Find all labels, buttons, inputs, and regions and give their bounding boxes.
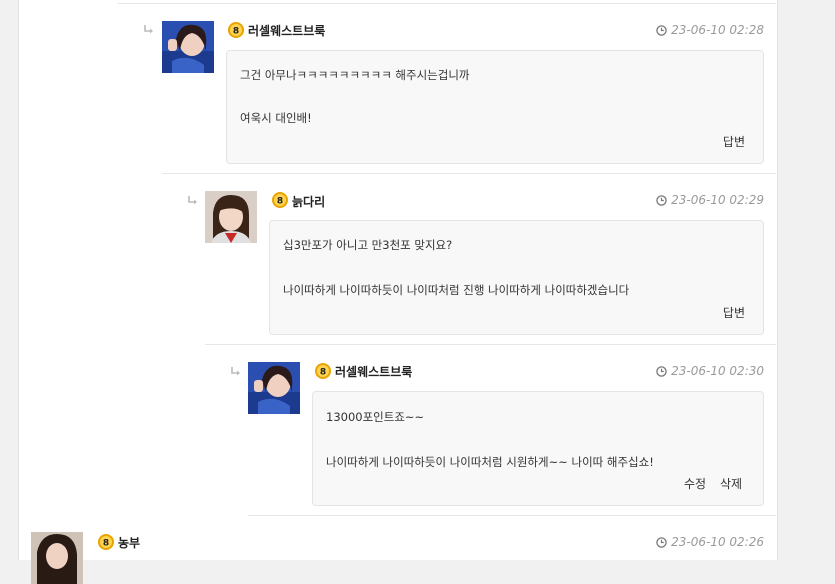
avatar[interactable]	[31, 532, 83, 584]
edit-button[interactable]: 수정	[684, 475, 706, 492]
reply-button[interactable]: 답변	[723, 133, 745, 150]
comment-text: 13000포인트죠~~	[326, 410, 425, 424]
avatar[interactable]	[248, 362, 300, 414]
divider	[205, 344, 776, 345]
comment-text: 여욱시 대인배!	[240, 111, 312, 125]
clock-icon	[656, 537, 667, 548]
comment-author[interactable]: 러셀웨스트브룩	[335, 363, 412, 380]
clock-icon	[656, 25, 667, 36]
reply-arrow-icon	[188, 196, 197, 205]
level-number: 8	[320, 368, 326, 378]
comment-body: 십3만포가 아니고 만3천포 맞지요? 나이따하게 나이따하듯이 나이따처럼 진…	[269, 220, 764, 335]
time-text: 23-06-10 02:28	[671, 23, 764, 37]
comment-text: 나이따하게 나이따하듯이 나이따처럼 시원하게~~ 나이따 해주십쇼!	[326, 455, 654, 469]
time-text: 23-06-10 02:29	[671, 193, 764, 207]
divider	[248, 515, 776, 516]
level-badge-icon: 8	[272, 192, 288, 208]
comment-text: 그건 아무나ㅋㅋㅋㅋㅋㅋㅋㅋㅋ 해주시는겁니까	[240, 68, 470, 82]
comment-body: 그건 아무나ㅋㅋㅋㅋㅋㅋㅋㅋㅋ 해주시는겁니까 여욱시 대인배! 답변	[226, 50, 764, 164]
comment-text: 십3만포가 아니고 만3천포 맞지요?	[283, 238, 453, 252]
clock-icon	[656, 366, 667, 377]
clock-icon	[656, 195, 667, 206]
reply-button[interactable]: 답변	[723, 304, 745, 321]
comment-text: 나이따하게 나이따하듯이 나이따처럼 진행 나이따하게 나이따하겠습니다	[283, 283, 630, 297]
reply-arrow-icon	[144, 25, 153, 34]
level-badge-icon: 8	[228, 22, 244, 38]
level-number: 8	[233, 27, 239, 37]
comment-timestamp: 23-06-10 02:30	[656, 364, 764, 378]
comment-timestamp: 23-06-10 02:29	[656, 193, 764, 207]
delete-button[interactable]: 삭제	[720, 475, 742, 492]
level-badge-icon: 8	[315, 363, 331, 379]
level-badge-icon: 8	[98, 534, 114, 550]
comment-author[interactable]: 농부	[118, 534, 140, 551]
avatar[interactable]	[205, 191, 257, 243]
level-number: 8	[103, 539, 109, 549]
comment-author[interactable]: 러셀웨스트브룩	[248, 22, 325, 39]
divider	[118, 3, 776, 4]
divider	[162, 173, 776, 174]
comment-timestamp: 23-06-10 02:28	[656, 23, 764, 37]
time-text: 23-06-10 02:30	[671, 364, 764, 378]
comment-author[interactable]: 늙다리	[292, 193, 325, 210]
reply-arrow-icon	[231, 367, 240, 376]
level-number: 8	[277, 197, 283, 207]
avatar[interactable]	[162, 21, 214, 73]
comment-body: 13000포인트죠~~ 나이따하게 나이따하듯이 나이따처럼 시원하게~~ 나이…	[312, 391, 764, 506]
